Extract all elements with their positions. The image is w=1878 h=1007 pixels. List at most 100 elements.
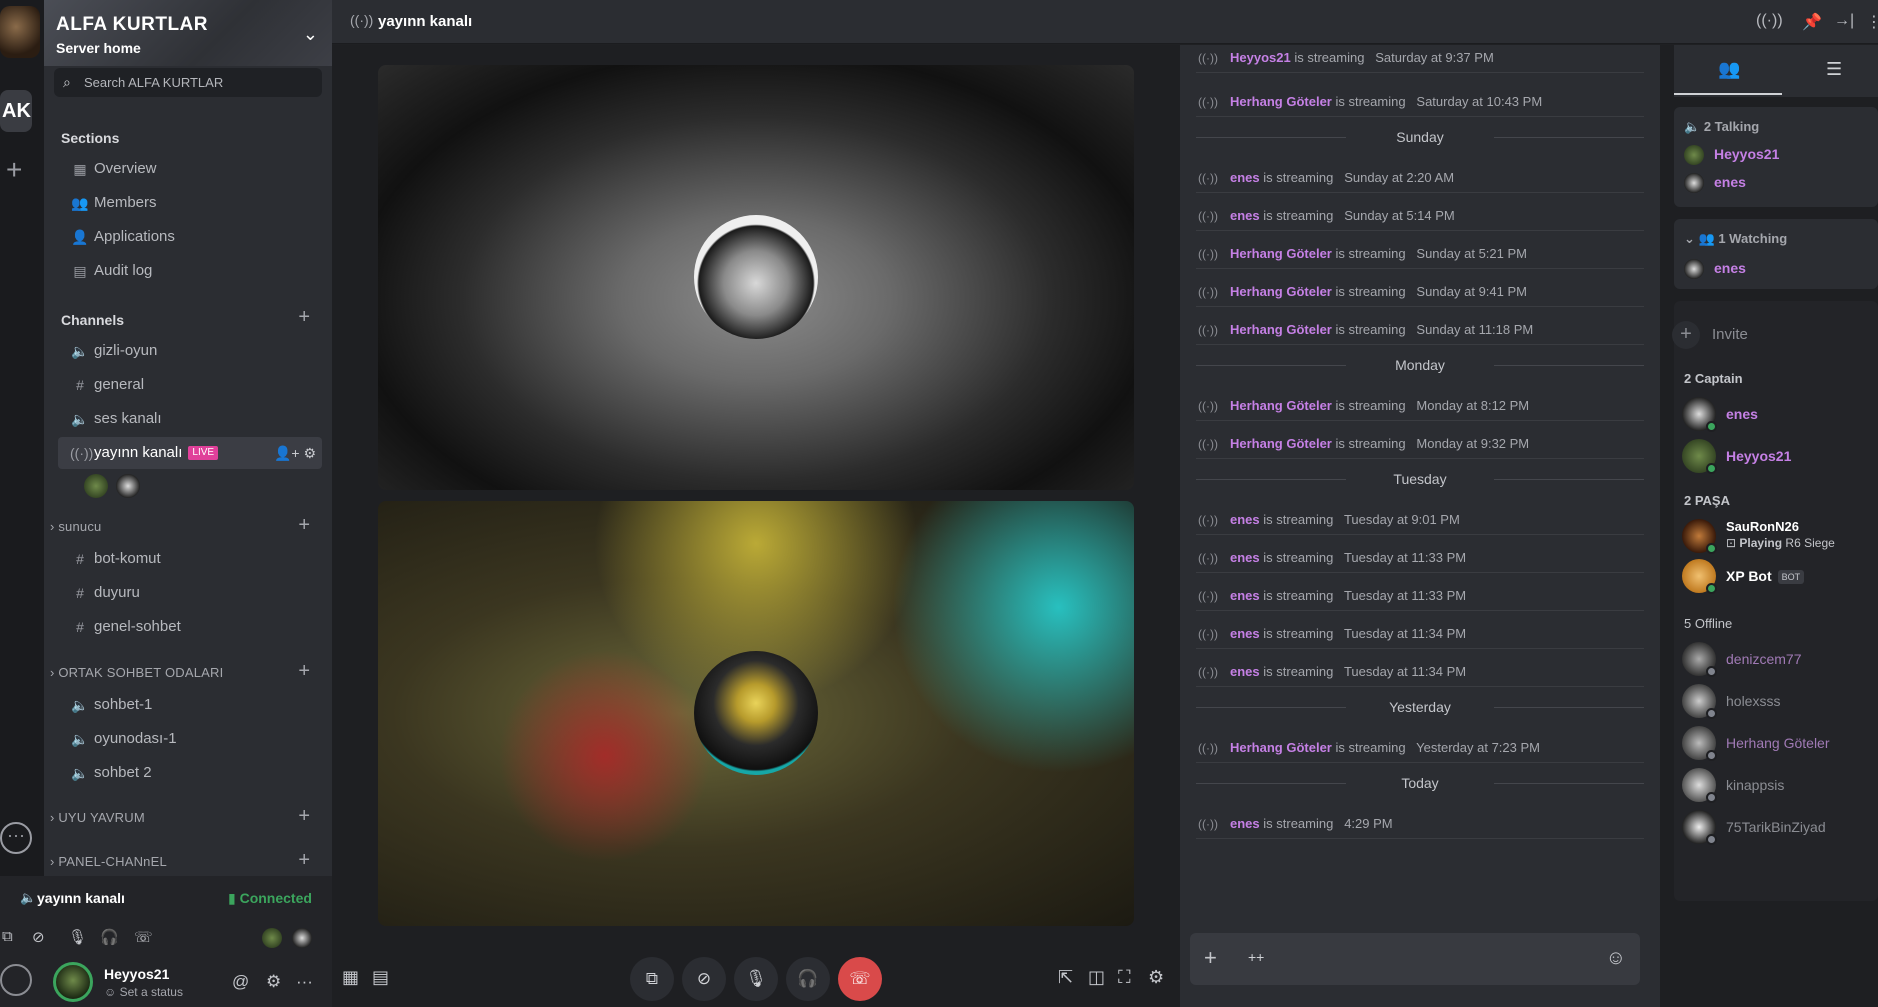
category-panel-channel[interactable]: › PANEL-CHANnEL <box>50 854 167 869</box>
member-row[interactable]: enes <box>1682 397 1758 433</box>
event-user[interactable]: Herhang Göteler <box>1230 246 1332 261</box>
grid-view-icon[interactable]: ▦ <box>342 967 359 988</box>
category-uyu-yavrum[interactable]: › UYU YAVRUM <box>50 810 145 825</box>
broadcast-icon[interactable]: ((·)) <box>1756 12 1783 30</box>
avatar[interactable] <box>292 928 312 948</box>
more-vertical-icon[interactable]: ⋮ <box>1866 12 1878 32</box>
event-user[interactable]: enes <box>1230 626 1260 641</box>
channel-oyunodasi-1[interactable]: 🔈 oyunodası-1 <box>58 724 322 754</box>
add-attachment-icon[interactable]: + <box>1204 945 1217 971</box>
add-channel-icon[interactable]: + <box>298 660 310 683</box>
nav-applications[interactable]: 👤 Applications <box>58 222 322 252</box>
server-icon[interactable] <box>0 6 40 58</box>
avatar[interactable] <box>84 474 108 498</box>
event-user[interactable]: enes <box>1230 816 1260 831</box>
member-row[interactable]: SauRonN26 ⊡ Playing R6 Siege <box>1682 519 1835 555</box>
split-view-icon[interactable]: ◫ <box>1088 967 1105 988</box>
channel-bot-komut[interactable]: # bot-komut <box>58 544 322 574</box>
channel-gizli-oyun[interactable]: 🔈 gizli-oyun <box>58 336 322 366</box>
add-channel-icon[interactable]: + <box>298 849 310 872</box>
event-user[interactable]: Heyyos21 <box>1230 50 1291 65</box>
gear-icon[interactable]: ⚙ <box>1148 967 1164 988</box>
members-tab-icon[interactable]: 👥 <box>1718 59 1740 80</box>
nav-overview[interactable]: ▦ Overview <box>58 154 322 184</box>
channel-yayinn-kanali[interactable]: ((·)) yayınn kanalı LIVE 👤+ ⚙ <box>58 437 322 469</box>
channel-ses-kanali[interactable]: 🔈 ses kanalı <box>58 404 322 434</box>
member-row[interactable]: XP Bot BOT <box>1682 559 1805 595</box>
event-user[interactable]: Herhang Göteler <box>1230 436 1332 451</box>
screen-share-off-icon[interactable]: ⧉ <box>2 928 13 945</box>
headphones-icon[interactable]: 🎧 <box>100 928 119 946</box>
participant-tile[interactable] <box>378 501 1134 926</box>
server-header[interactable]: ALFA KURTLAR Server home ⌄ <box>44 0 332 66</box>
event-user[interactable]: enes <box>1230 512 1260 527</box>
pop-out-icon[interactable]: ⇱ <box>1058 967 1073 988</box>
hang-up-button[interactable]: ☏ <box>838 957 882 1001</box>
member-row[interactable]: Heyyos21 <box>1682 439 1791 475</box>
pin-icon[interactable]: 📌 <box>1802 12 1822 32</box>
member-row[interactable]: Herhang Göteler <box>1682 726 1830 762</box>
activity-tab-icon[interactable]: ☰ <box>1826 59 1842 80</box>
gear-icon[interactable]: ⚙ <box>266 972 281 991</box>
disconnect-icon[interactable]: ☏ <box>134 928 153 946</box>
camera-button[interactable]: ⊘ <box>682 957 726 1001</box>
channel-sohbet-2[interactable]: 🔈 sohbet 2 <box>58 758 322 788</box>
user-name[interactable]: Heyyos21 <box>104 966 169 982</box>
microphone-button[interactable]: 🎙 <box>734 957 778 1001</box>
event-user[interactable]: Herhang Göteler <box>1230 322 1332 337</box>
set-status[interactable]: ☺ Set a status <box>104 985 183 999</box>
avatar[interactable] <box>116 474 140 498</box>
talking-user[interactable]: Heyyos21 <box>1684 143 1779 167</box>
nav-audit-log[interactable]: ▤ Audit log <box>58 256 322 286</box>
avatar[interactable] <box>262 928 282 948</box>
participant-tile[interactable] <box>378 65 1134 490</box>
headphones-button[interactable]: 🎧 <box>786 957 830 1001</box>
profile-icon[interactable] <box>0 964 32 996</box>
list-view-icon[interactable]: ▤ <box>372 967 389 988</box>
event-user[interactable]: enes <box>1230 208 1260 223</box>
add-server-icon[interactable]: + <box>6 154 22 186</box>
event-user[interactable]: enes <box>1230 550 1260 565</box>
channel-duyuru[interactable]: # duyuru <box>58 578 322 608</box>
member-row[interactable]: holexsss <box>1682 684 1780 720</box>
nav-members[interactable]: 👥 Members <box>58 188 322 218</box>
category-sunucu[interactable]: › sunucu <box>50 519 101 534</box>
camera-off-icon[interactable]: ⊘ <box>32 928 45 946</box>
member-row[interactable]: kinappsis <box>1682 768 1784 804</box>
member-row[interactable]: denizcem77 <box>1682 642 1802 678</box>
mention-icon[interactable]: @ <box>232 972 249 991</box>
event-user[interactable]: enes <box>1230 170 1260 185</box>
watching-user[interactable]: enes <box>1684 257 1746 281</box>
message-composer[interactable]: + ++ ☺ <box>1190 933 1640 985</box>
more-icon[interactable]: ··· <box>0 822 32 854</box>
talking-user[interactable]: enes <box>1684 171 1746 195</box>
event-user[interactable]: Herhang Göteler <box>1230 284 1332 299</box>
category-ortak-sohbet-odalari[interactable]: › ORTAK SOHBET ODALARI <box>50 665 223 680</box>
server-acronym-button[interactable]: AK <box>0 90 32 132</box>
emoji-icon[interactable]: ☺ <box>1606 947 1626 970</box>
chevron-down-icon[interactable]: ⌄ <box>1684 231 1699 246</box>
voice-channel-name[interactable]: yayınn kanalı <box>37 890 125 906</box>
event-user[interactable]: Herhang Göteler <box>1230 398 1332 413</box>
event-user[interactable]: enes <box>1230 664 1260 679</box>
add-channel-icon[interactable]: + <box>298 514 310 537</box>
screen-share-button[interactable]: ⧉ <box>630 957 674 1001</box>
channel-genel-sohbet[interactable]: # genel-sohbet <box>58 612 322 642</box>
microphone-icon[interactable]: 🎙 <box>68 928 87 946</box>
event-user[interactable]: enes <box>1230 588 1260 603</box>
more-icon[interactable]: ··· <box>296 972 313 991</box>
invite-user-icon[interactable]: 👤+ <box>274 445 300 461</box>
fullscreen-icon[interactable]: ⛶ <box>1118 967 1131 988</box>
invite-button[interactable]: + Invite <box>1672 321 1748 349</box>
event-user[interactable]: Herhang Göteler <box>1230 740 1332 755</box>
add-channel-icon[interactable]: + <box>298 805 310 828</box>
collapse-panel-icon[interactable]: →| <box>1834 12 1854 30</box>
channel-general[interactable]: # general <box>58 370 322 400</box>
add-channel-icon[interactable]: + <box>298 306 310 329</box>
event-user[interactable]: Herhang Göteler <box>1230 94 1332 109</box>
user-avatar[interactable] <box>53 962 93 1002</box>
gear-icon[interactable]: ⚙ <box>303 445 316 461</box>
member-row[interactable]: 75TarikBinZiyad <box>1682 810 1826 846</box>
channel-sohbet-1[interactable]: 🔈 sohbet-1 <box>58 690 322 720</box>
chevron-down-icon[interactable]: ⌄ <box>303 24 318 45</box>
